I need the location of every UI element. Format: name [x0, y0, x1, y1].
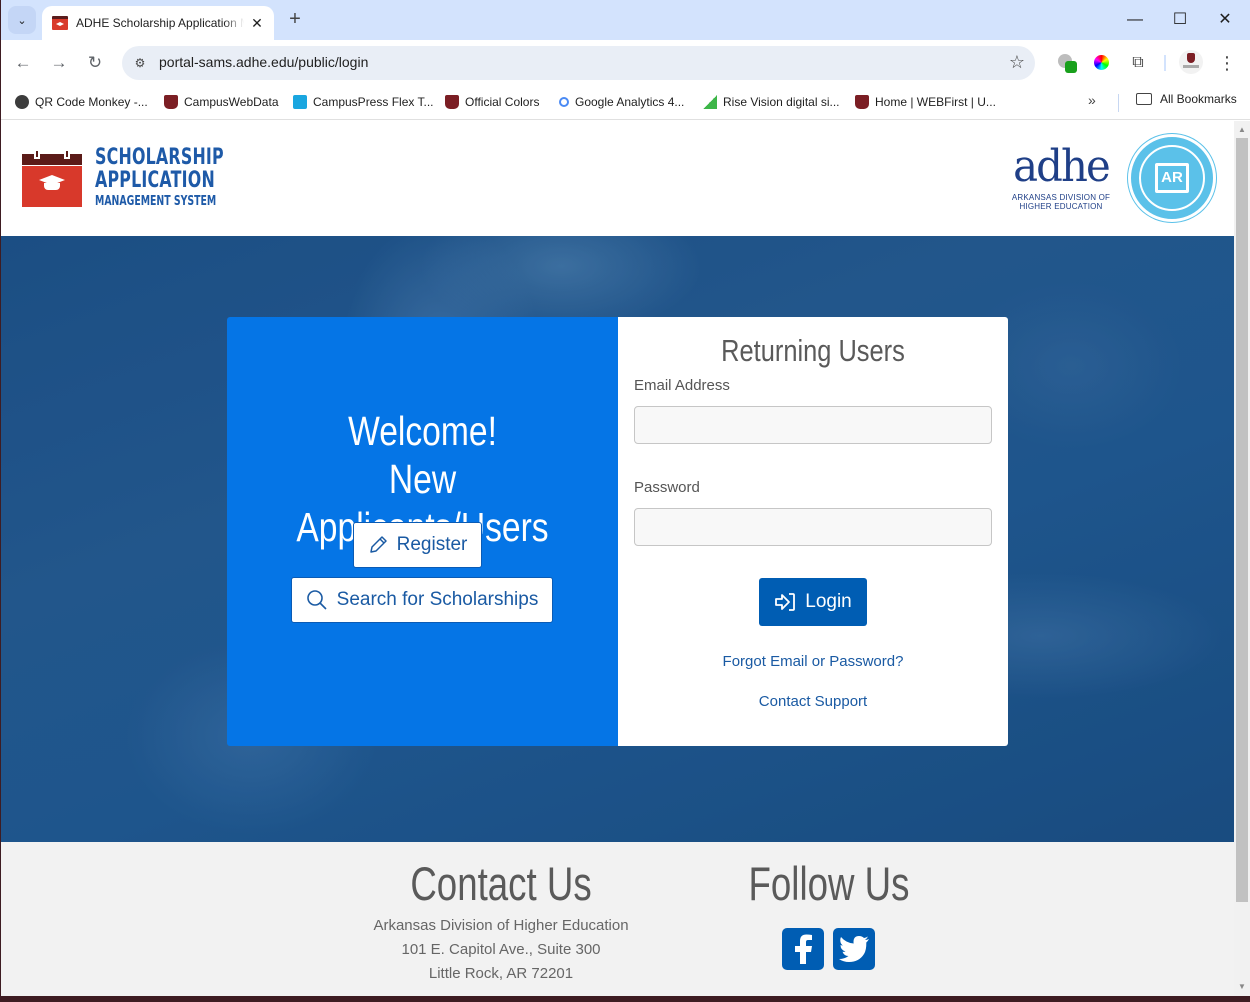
campuspress-icon	[293, 95, 307, 109]
address-line: Little Rock, AR 72201	[428, 965, 574, 982]
login-button[interactable]: Login	[759, 578, 867, 626]
sams-logo-text[interactable]: SCHOLARSHIP APPLICATION MANAGEMENT SYSTE…	[95, 147, 224, 209]
monkey-icon	[15, 95, 29, 109]
minimize-icon[interactable]: —	[1123, 8, 1147, 32]
search-icon	[306, 589, 328, 611]
login-card: Welcome! New Applicants/Users Register S…	[227, 317, 1008, 746]
forgot-password-link[interactable]: Forgot Email or Password?	[618, 653, 1008, 670]
tab-bar: ⌄ ADHE Scholarship Application Managemen…	[1, 0, 1250, 40]
email-label: Email Address	[634, 377, 730, 394]
back-icon[interactable]: ←	[11, 51, 35, 75]
contact-us-heading: Contact Us	[410, 857, 592, 910]
folder-icon	[1136, 93, 1152, 105]
window-close-icon[interactable]: ✕	[1213, 8, 1237, 32]
address-line: 101 E. Capitol Ave., Suite 300	[401, 941, 601, 958]
tab-title: ADHE Scholarship Application Management …	[76, 16, 244, 30]
calendar-favicon-icon	[52, 16, 68, 30]
arkansas-state-icon: AR	[1155, 163, 1189, 193]
browser-window: ⌄ ADHE Scholarship Application Managemen…	[1, 0, 1250, 996]
new-users-panel: Welcome! New Applicants/Users Register S…	[227, 317, 618, 746]
browser-menu-icon[interactable]: ⋮	[1217, 51, 1237, 75]
ou-icon	[164, 95, 178, 109]
close-tab-icon[interactable]: ✕	[248, 14, 266, 32]
bookmark-item[interactable]: Home | WEBFirst | U...	[855, 92, 996, 112]
bookmark-item[interactable]: Google Analytics 4...	[557, 92, 684, 112]
extensions-puzzle-icon[interactable]: ⧉	[1127, 52, 1149, 74]
bookmark-item[interactable]: CampusPress Flex T...	[293, 92, 433, 112]
adhe-logo[interactable]: adhe ARKANSAS DIVISION OF HIGHER EDUCATI…	[1009, 141, 1113, 211]
reload-icon[interactable]: ↻	[83, 51, 107, 75]
returning-users-heading: Returning Users	[721, 333, 905, 368]
follow-us-heading: Follow Us	[748, 857, 910, 910]
url-text[interactable]: portal-sams.adhe.edu/public/login	[159, 54, 368, 70]
bookmarks-bar: QR Code Monkey -... CampusWebData Campus…	[1, 86, 1250, 120]
chevron-down-icon: ⌄	[17, 14, 27, 27]
address-line: Arkansas Division of Higher Education	[373, 917, 629, 934]
bookmark-item[interactable]: Official Colors	[445, 92, 539, 112]
new-tab-button[interactable]: +	[284, 9, 306, 31]
browser-tab[interactable]: ADHE Scholarship Application Management …	[42, 6, 274, 40]
scroll-up-arrow-icon[interactable]: ▲	[1234, 123, 1250, 137]
address-bar[interactable]: ⚙ portal-sams.adhe.edu/public/login ☆	[122, 46, 1035, 80]
scrollbar-thumb[interactable]	[1236, 138, 1248, 902]
more-bookmarks-icon[interactable]: »	[1088, 92, 1096, 108]
rise-vision-icon	[703, 95, 717, 109]
register-button[interactable]: Register	[353, 522, 482, 568]
site-info-icon[interactable]: ⚙	[132, 55, 148, 71]
color-picker-extension-icon[interactable]	[1091, 52, 1113, 74]
contact-support-link[interactable]: Contact Support	[618, 693, 1008, 710]
bookmark-item[interactable]: CampusWebData	[164, 92, 279, 112]
forward-icon[interactable]: →	[47, 51, 71, 75]
search-scholarships-button[interactable]: Search for Scholarships	[291, 577, 553, 623]
bookmark-star-icon[interactable]: ☆	[1009, 52, 1025, 73]
analytics-icon	[559, 97, 569, 107]
sign-in-icon	[774, 592, 796, 612]
page-viewport: SCHOLARSHIP APPLICATION MANAGEMENT SYSTE…	[1, 121, 1234, 996]
scroll-down-arrow-icon[interactable]: ▼	[1234, 980, 1250, 994]
browser-toolbar: ← → ↻ ⚙ portal-sams.adhe.edu/public/logi…	[1, 40, 1250, 86]
bookmarks-divider	[1118, 94, 1119, 112]
profile-avatar[interactable]	[1179, 50, 1203, 74]
page-scrollbar[interactable]: ▲ ▼	[1234, 121, 1250, 996]
tomato-timer-extension-icon[interactable]	[1056, 52, 1078, 74]
ou-icon	[855, 95, 869, 109]
site-header: SCHOLARSHIP APPLICATION MANAGEMENT SYSTE…	[1, 121, 1234, 236]
email-field[interactable]	[634, 406, 992, 444]
bookmark-item[interactable]: QR Code Monkey -...	[15, 92, 148, 112]
returning-users-panel: Returning Users Email Address Password L…	[618, 317, 1008, 746]
all-bookmarks-button[interactable]: All Bookmarks	[1136, 92, 1237, 106]
pencil-icon	[368, 535, 388, 555]
password-label: Password	[634, 479, 700, 496]
facebook-icon[interactable]	[782, 928, 824, 970]
site-footer: Contact Us Arkansas Division of Higher E…	[1, 842, 1234, 996]
password-field[interactable]	[634, 508, 992, 546]
arkansas-education-seal[interactable]: AR	[1128, 134, 1216, 222]
tab-search-button[interactable]: ⌄	[8, 6, 36, 34]
bookmark-item[interactable]: Rise Vision digital si...	[703, 92, 840, 112]
calendar-graduation-cap-icon[interactable]	[22, 149, 82, 207]
toolbar-divider	[1164, 55, 1166, 71]
maximize-icon[interactable]: ☐	[1168, 8, 1192, 32]
twitter-icon[interactable]	[833, 928, 875, 970]
ou-icon	[445, 95, 459, 109]
